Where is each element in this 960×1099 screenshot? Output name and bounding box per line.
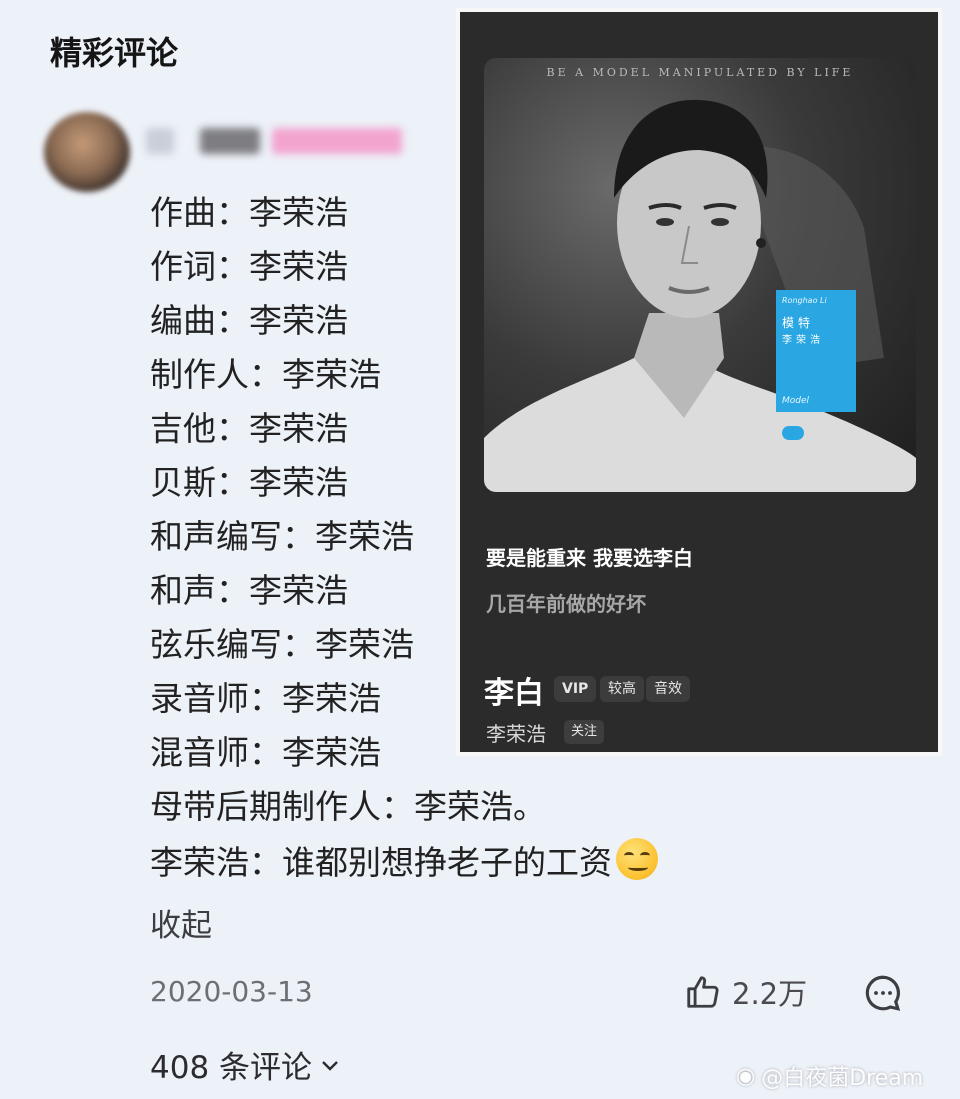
username-blurred[interactable]: [146, 128, 174, 154]
comment-line: 母带后期制作人：李荣浩。: [150, 787, 546, 826]
album-artist-cn: 李荣浩: [782, 335, 824, 346]
album-artist-en: Ronghao Li: [782, 296, 827, 305]
follow-button[interactable]: 关注: [564, 720, 605, 744]
comment-date: 2020-03-13: [150, 975, 313, 1008]
lyric-line: 几百年前做的好坏: [486, 592, 646, 616]
like-count: 2.2万: [732, 977, 808, 1011]
avatar[interactable]: [44, 112, 130, 192]
lyric-line: 要是能重来 我要选李白: [486, 546, 693, 570]
chevron-down-icon: [322, 1060, 338, 1071]
comment-last-line: 李荣浩：谁都别想挣老子的工资: [150, 838, 658, 892]
comment-line: 李荣浩：谁都别想挣老子的工资: [150, 843, 612, 882]
album-name-en: Model: [782, 396, 810, 406]
record-label-logo: [782, 426, 804, 440]
song-share-card[interactable]: BE A MODEL MANIPULATED BY LIFE Ronghao L…: [456, 8, 942, 756]
quality-badge: 较高: [600, 676, 644, 702]
album-tag: Ronghao Li 模特 李荣浩 Model: [776, 290, 856, 412]
artist-name[interactable]: 李荣浩: [486, 718, 546, 747]
watermark-text: @白夜菌Dream: [761, 1066, 924, 1091]
collapse-link[interactable]: 收起: [150, 900, 212, 945]
song-title[interactable]: 李白: [484, 668, 544, 712]
like-button[interactable]: 2.2万: [684, 970, 807, 1014]
weibo-icon: ◉: [736, 1063, 756, 1089]
album-cover: BE A MODEL MANIPULATED BY LIFE Ronghao L…: [484, 58, 916, 492]
comment-bubble-icon[interactable]: [862, 972, 904, 1014]
watermark: ◉ @白夜菌Dream: [736, 1060, 923, 1092]
reply-count-label: 408 条评论: [150, 1050, 313, 1086]
album-name-cn: 模特: [782, 316, 815, 330]
vip-badge: VIP: [554, 676, 597, 702]
username-blurred[interactable]: [200, 128, 260, 154]
smirk-emoji-icon: [616, 838, 658, 880]
artist-portrait-image: [484, 99, 916, 492]
section-title: 精彩评论: [50, 34, 179, 72]
username-blurred[interactable]: [272, 128, 402, 154]
thumbs-up-icon: [687, 976, 719, 1008]
reply-count-toggle[interactable]: 408 条评论: [150, 1042, 342, 1087]
sound-effect-badge: 音效: [646, 676, 690, 702]
